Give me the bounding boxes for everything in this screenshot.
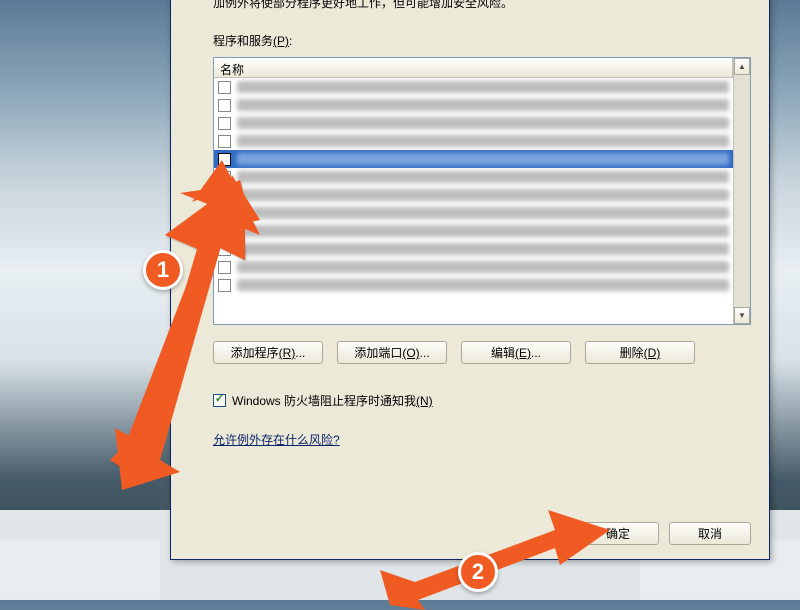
list-item[interactable] — [214, 132, 733, 150]
programs-services-label: 程序和服务(P): — [213, 32, 751, 49]
dialog-description: 加例外将使部分程序更好地工作，但可能增加安全风险。 — [213, 0, 751, 12]
list-item[interactable] — [214, 222, 733, 240]
ok-button[interactable]: 确定 — [577, 522, 659, 545]
add-program-button[interactable]: 添加程序(R)... — [213, 341, 323, 364]
checkbox-icon[interactable] — [218, 99, 231, 112]
checkbox-icon[interactable] — [218, 189, 231, 202]
list-item[interactable] — [214, 78, 733, 96]
checkbox-icon[interactable] — [218, 135, 231, 148]
list-item[interactable] — [214, 204, 733, 222]
checkbox-icon[interactable] — [218, 225, 231, 238]
list-item[interactable] — [214, 168, 733, 186]
add-port-button[interactable]: 添加端口(O)... — [337, 341, 447, 364]
list-column-header-name[interactable]: 名称 — [214, 58, 733, 78]
list-item[interactable] — [214, 186, 733, 204]
delete-button[interactable]: 删除(D) — [585, 341, 695, 364]
checkbox-icon[interactable] — [218, 261, 231, 274]
vertical-scrollbar[interactable]: ▲ ▼ — [733, 58, 750, 324]
list-item[interactable] — [214, 276, 733, 294]
checkbox-icon[interactable] — [218, 117, 231, 130]
notify-checkbox[interactable] — [213, 394, 226, 407]
cancel-button[interactable]: 取消 — [669, 522, 751, 545]
checkbox-icon[interactable] — [218, 243, 231, 256]
checkbox-icon[interactable] — [218, 207, 231, 220]
scroll-down-icon[interactable]: ▼ — [734, 307, 750, 324]
list-item[interactable] — [214, 114, 733, 132]
firewall-exceptions-dialog: 加例外将使部分程序更好地工作，但可能增加安全风险。 程序和服务(P): 名称 — [170, 0, 770, 560]
list-item[interactable] — [214, 258, 733, 276]
scroll-up-icon[interactable]: ▲ — [734, 58, 750, 75]
list-item[interactable] — [214, 240, 733, 258]
list-item[interactable] — [214, 96, 733, 114]
checkbox-icon[interactable] — [218, 171, 231, 184]
list-item-selected[interactable] — [214, 150, 733, 168]
checkbox-icon[interactable] — [218, 279, 231, 292]
checkbox-icon[interactable] — [218, 81, 231, 94]
notify-label: Windows 防火墙阻止程序时通知我(N) — [232, 392, 433, 409]
edit-button[interactable]: 编辑(E)... — [461, 341, 571, 364]
risk-link[interactable]: 允许例外存在什么风险? — [213, 431, 751, 448]
programs-listbox[interactable]: 名称 ▲ ▼ — [213, 57, 751, 325]
checkbox-icon[interactable] — [218, 153, 231, 166]
